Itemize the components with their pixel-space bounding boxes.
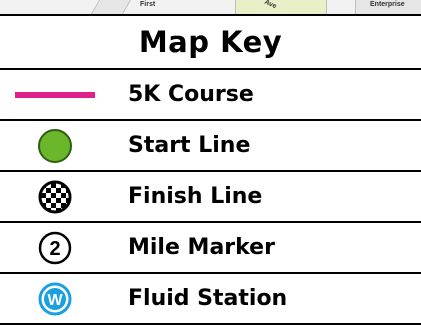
legend-item-label: Finish Line bbox=[128, 184, 263, 209]
checkered-flag-circle-icon bbox=[0, 172, 110, 221]
legend-item-finish-line: Finish Line bbox=[0, 172, 421, 223]
green-circle-icon bbox=[0, 121, 110, 170]
street-label: First bbox=[140, 1, 156, 8]
legend-item-mile-marker: 2 Mile Marker bbox=[0, 223, 421, 274]
road-segment bbox=[89, 0, 133, 14]
legend-item-fluid-station: W Fluid Station bbox=[0, 274, 421, 325]
map-key: Map Key 5K Course Start Line Finish Line… bbox=[0, 14, 421, 325]
map-fragment: First Ave Enterprise bbox=[0, 0, 421, 14]
mile-marker-icon: 2 bbox=[0, 223, 110, 272]
pink-course-line-icon bbox=[0, 70, 110, 119]
mile-marker-number: 2 bbox=[49, 238, 60, 260]
legend-item-5k-course: 5K Course bbox=[0, 70, 421, 121]
legend-item-start-line: Start Line bbox=[0, 121, 421, 172]
road-segment bbox=[235, 0, 327, 14]
legend-item-label: Mile Marker bbox=[128, 235, 275, 260]
legend-item-label: 5K Course bbox=[128, 82, 254, 107]
fluid-station-letter: W bbox=[47, 292, 63, 309]
water-station-icon: W bbox=[0, 274, 110, 323]
legend-item-label: Fluid Station bbox=[128, 286, 288, 311]
map-key-title: Map Key bbox=[0, 16, 421, 70]
street-label: Enterprise bbox=[370, 1, 405, 8]
legend-item-label: Start Line bbox=[128, 133, 251, 158]
